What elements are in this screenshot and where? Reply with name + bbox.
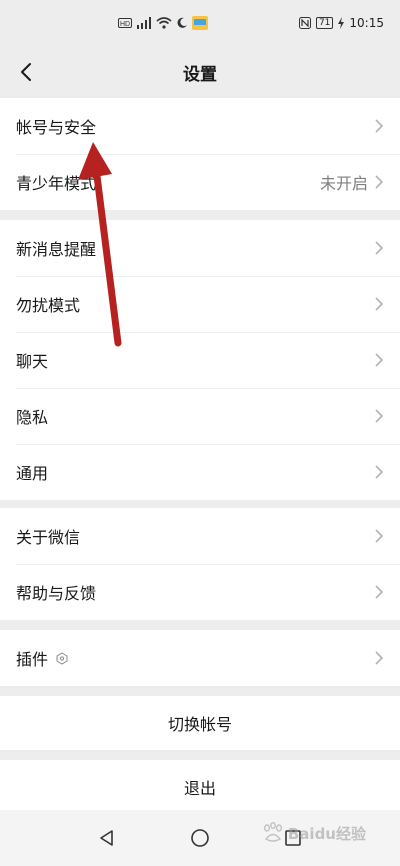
status-right: 71 10:15 xyxy=(298,16,384,30)
switch-account-label: 切换帐号 xyxy=(167,715,232,734)
app-icon xyxy=(192,16,208,30)
signal-icon xyxy=(137,17,151,29)
chevron-right-icon xyxy=(375,529,384,543)
divider-gap xyxy=(0,210,400,220)
wifi-icon xyxy=(156,17,172,29)
settings-item-do-not-disturb[interactable]: 勿扰模式 xyxy=(0,276,400,332)
status-left-icons: HD xyxy=(118,16,208,30)
svg-text:HD: HD xyxy=(120,21,130,28)
logout-button[interactable]: 退出 xyxy=(0,760,400,814)
settings-item-help[interactable]: 帮助与反馈 xyxy=(0,564,400,620)
system-home-button[interactable] xyxy=(180,818,220,858)
baidu-paw-icon xyxy=(263,822,282,842)
triangle-back-icon xyxy=(99,830,113,846)
divider-gap xyxy=(0,750,400,760)
teen-mode-status: 未开启 xyxy=(319,174,368,193)
account-group: 帐号与安全 青少年模式 未开启 xyxy=(0,98,400,210)
chevron-right-icon xyxy=(375,651,384,665)
settings-item-plugins[interactable]: 插件 xyxy=(0,630,400,686)
settings-item-label: 通用 xyxy=(16,464,49,483)
settings-item-about[interactable]: 关于微信 xyxy=(0,508,400,564)
notifications-group: 新消息提醒 勿扰模式 聊天 隐私 通用 xyxy=(0,220,400,500)
chevron-right-icon xyxy=(375,119,384,133)
settings-item-label: 青少年模式 xyxy=(16,174,97,193)
settings-item-account-security[interactable]: 帐号与安全 xyxy=(0,98,400,154)
settings-item-label: 隐私 xyxy=(16,408,49,427)
chevron-right-icon xyxy=(375,465,384,479)
divider-gap xyxy=(0,686,400,696)
back-button[interactable] xyxy=(10,56,42,88)
settings-item-privacy[interactable]: 隐私 xyxy=(0,388,400,444)
switch-account-button[interactable]: 切换帐号 xyxy=(0,696,400,750)
about-group: 关于微信 帮助与反馈 xyxy=(0,508,400,620)
divider-gap xyxy=(0,620,400,630)
battery-icon: 71 xyxy=(315,17,334,29)
circle-home-icon xyxy=(191,829,209,847)
settings-item-teen-mode[interactable]: 青少年模式 未开启 xyxy=(0,154,400,210)
settings-item-chat[interactable]: 聊天 xyxy=(0,332,400,388)
status-bar: HD 71 10:15 xyxy=(0,0,400,46)
settings-item-label: 聊天 xyxy=(16,352,49,371)
back-arrow-icon xyxy=(21,63,31,81)
watermark-text: Baidu经验 xyxy=(287,824,366,843)
moon-icon xyxy=(177,17,187,28)
settings-item-label: 帮助与反馈 xyxy=(16,584,97,603)
logout-label: 退出 xyxy=(183,779,216,798)
chevron-right-icon xyxy=(375,409,384,423)
settings-item-label: 帐号与安全 xyxy=(16,118,97,137)
nav-bar: 设置 xyxy=(0,46,400,98)
chevron-right-icon xyxy=(375,175,384,189)
plugins-group: 插件 xyxy=(0,630,400,686)
page-title: 设置 xyxy=(183,64,217,85)
chevron-right-icon xyxy=(375,585,384,599)
settings-item-label: 勿扰模式 xyxy=(16,296,81,315)
divider-gap xyxy=(0,500,400,508)
status-time: 10:15 xyxy=(349,16,384,30)
settings-item-label: 关于微信 xyxy=(16,528,81,547)
settings-item-label: 插件 xyxy=(16,650,49,669)
nfc-icon xyxy=(298,17,311,29)
settings-item-new-message[interactable]: 新消息提醒 xyxy=(0,220,400,276)
hd-icon: HD xyxy=(118,18,132,28)
settings-item-label: 新消息提醒 xyxy=(16,240,97,259)
chevron-right-icon xyxy=(375,353,384,367)
chevron-right-icon xyxy=(375,241,384,255)
charging-icon xyxy=(338,17,345,29)
chevron-right-icon xyxy=(375,297,384,311)
plugin-badge-icon xyxy=(56,651,68,665)
settings-item-general[interactable]: 通用 xyxy=(0,444,400,500)
system-back-button[interactable] xyxy=(87,818,127,858)
watermark: Baidu经验 xyxy=(261,822,366,844)
